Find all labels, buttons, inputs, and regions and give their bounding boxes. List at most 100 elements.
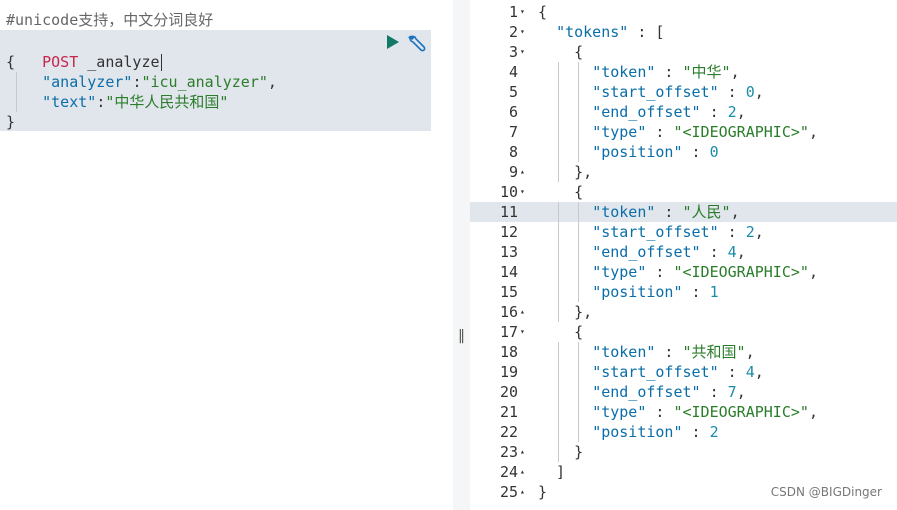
response-line[interactable]: "position" : 1 <box>538 282 719 302</box>
line-number: 5 <box>508 83 518 101</box>
request-comment[interactable]: #unicode支持，中文分词良好 <box>6 10 213 30</box>
response-line[interactable]: } <box>538 442 583 462</box>
response-line[interactable]: "type" : "<IDEOGRAPHIC>", <box>538 402 818 422</box>
wrench-icon[interactable] <box>406 33 428 53</box>
gutter-row: 15 <box>470 282 530 302</box>
json-number: 1 <box>709 283 719 301</box>
json-key: "start_offset" <box>592 223 719 241</box>
response-line[interactable]: { <box>538 322 583 342</box>
json-string: "人民" <box>682 203 731 221</box>
response-line[interactable]: "start_offset" : 0, <box>538 82 764 102</box>
request-analyzer-line: "analyzer":"icu_analyzer", <box>42 73 277 91</box>
json-key: "analyzer" <box>42 73 133 91</box>
request-editor[interactable]: #unicode支持，中文分词良好 POST _analyze { "analy… <box>0 0 453 510</box>
json-number: 2 <box>709 423 719 441</box>
request-body-line[interactable]: "analyzer":"icu_analyzer", <box>6 72 277 92</box>
gutter-row: 12 <box>470 222 530 242</box>
line-number: 8 <box>508 143 518 161</box>
json-string: "中华人民共和国" <box>105 93 229 111</box>
request-open-brace[interactable]: { <box>6 52 15 72</box>
response-line[interactable]: "start_offset" : 2, <box>538 222 764 242</box>
line-number: 18 <box>499 343 518 361</box>
response-line[interactable]: { <box>538 42 583 62</box>
response-line[interactable]: "end_offset" : 7, <box>538 382 746 402</box>
response-line[interactable]: "type" : "<IDEOGRAPHIC>", <box>538 262 818 282</box>
response-line[interactable]: ] <box>538 462 565 482</box>
response-line[interactable]: }, <box>538 302 592 322</box>
gutter-row: 9 ▴ <box>470 162 530 182</box>
watermark: CSDN @BIGDinger <box>770 485 882 499</box>
response-line[interactable]: "tokens" : [ <box>538 22 664 42</box>
line-number: 25 <box>499 483 518 501</box>
json-key: "type" <box>592 263 647 281</box>
gutter-row: 13 <box>470 242 530 262</box>
line-number: 7 <box>508 123 518 141</box>
response-line[interactable]: "type" : "<IDEOGRAPHIC>", <box>538 122 818 142</box>
gutter-row: 22 <box>470 422 530 442</box>
response-line[interactable]: { <box>538 2 547 22</box>
response-line[interactable]: }, <box>538 162 592 182</box>
fold-open-icon[interactable]: ▾ <box>520 182 525 202</box>
json-key: "type" <box>592 403 647 421</box>
line-number: 23 <box>499 443 518 461</box>
response-line[interactable]: { <box>538 182 583 202</box>
response-line[interactable]: "end_offset" : 4, <box>538 242 746 262</box>
json-string: "<IDEOGRAPHIC>" <box>673 263 809 281</box>
indent-guide <box>558 342 559 462</box>
response-line[interactable]: "token" : "中华", <box>538 62 739 82</box>
gutter-row: 17 ▾ <box>470 322 530 342</box>
pane-splitter[interactable]: ‖ <box>453 0 470 510</box>
gutter-row: 2 ▾ <box>470 22 530 42</box>
line-number: 6 <box>508 103 518 121</box>
fold-open-icon[interactable]: ▾ <box>520 22 525 42</box>
json-key: "position" <box>592 423 683 441</box>
gutter-row: 8 <box>470 142 530 162</box>
fold-close-icon[interactable]: ▴ <box>520 442 525 462</box>
line-number: 1 <box>508 3 518 21</box>
response-line[interactable]: "token" : "人民", <box>538 202 739 222</box>
json-key: "text" <box>42 93 97 111</box>
line-number: 4 <box>508 63 518 81</box>
json-key: "type" <box>592 123 647 141</box>
response-line[interactable]: "token" : "共和国", <box>538 342 754 362</box>
line-number: 9 <box>508 163 518 181</box>
json-number: 2 <box>745 223 755 241</box>
request-close-brace[interactable]: } <box>6 112 15 132</box>
json-key: "position" <box>592 283 683 301</box>
fold-open-icon[interactable]: ▾ <box>520 322 525 342</box>
request-line[interactable]: POST _analyze <box>6 32 162 71</box>
fold-close-icon[interactable]: ▴ <box>520 162 525 182</box>
fold-close-icon[interactable]: ▴ <box>520 302 525 322</box>
response-line[interactable]: } <box>538 482 547 502</box>
line-number: 22 <box>499 423 518 441</box>
indent-guide <box>578 342 579 442</box>
json-number: 2 <box>727 103 737 121</box>
response-line[interactable]: "end_offset" : 2, <box>538 102 746 122</box>
json-key: "tokens" <box>556 23 629 41</box>
request-body-line[interactable]: "text":"中华人民共和国" <box>6 92 228 112</box>
response-line[interactable]: "position" : 2 <box>538 422 719 442</box>
fold-open-icon[interactable]: ▾ <box>520 2 525 22</box>
gutter-row: 11 <box>470 202 530 222</box>
indent-guide <box>578 202 579 302</box>
request-text-line: "text":"中华人民共和国" <box>42 93 229 111</box>
splitter-handle-icon[interactable]: ‖ <box>458 328 465 344</box>
gutter-row: 3 ▾ <box>470 42 530 62</box>
indent-guide <box>578 62 579 162</box>
fold-open-icon[interactable]: ▾ <box>520 42 525 62</box>
fold-close-icon[interactable]: ▴ <box>520 482 525 502</box>
json-number: 4 <box>745 363 755 381</box>
line-number: 13 <box>499 243 518 261</box>
gutter-row: 5 <box>470 82 530 102</box>
response-viewer[interactable]: 1 ▾{2 ▾ "tokens" : [3 ▾ {4 "token" : "中华", 5… <box>470 0 897 510</box>
json-key: "end_offset" <box>592 383 701 401</box>
request-method: POST <box>42 53 79 71</box>
line-number: 19 <box>499 363 518 381</box>
fold-close-icon[interactable]: ▴ <box>520 462 525 482</box>
json-number: 0 <box>709 143 719 161</box>
response-line[interactable]: "position" : 0 <box>538 142 719 162</box>
line-number: 21 <box>499 403 518 421</box>
response-line[interactable]: "start_offset" : 4, <box>538 362 764 382</box>
line-number: 14 <box>499 263 518 281</box>
play-icon[interactable] <box>385 33 401 51</box>
